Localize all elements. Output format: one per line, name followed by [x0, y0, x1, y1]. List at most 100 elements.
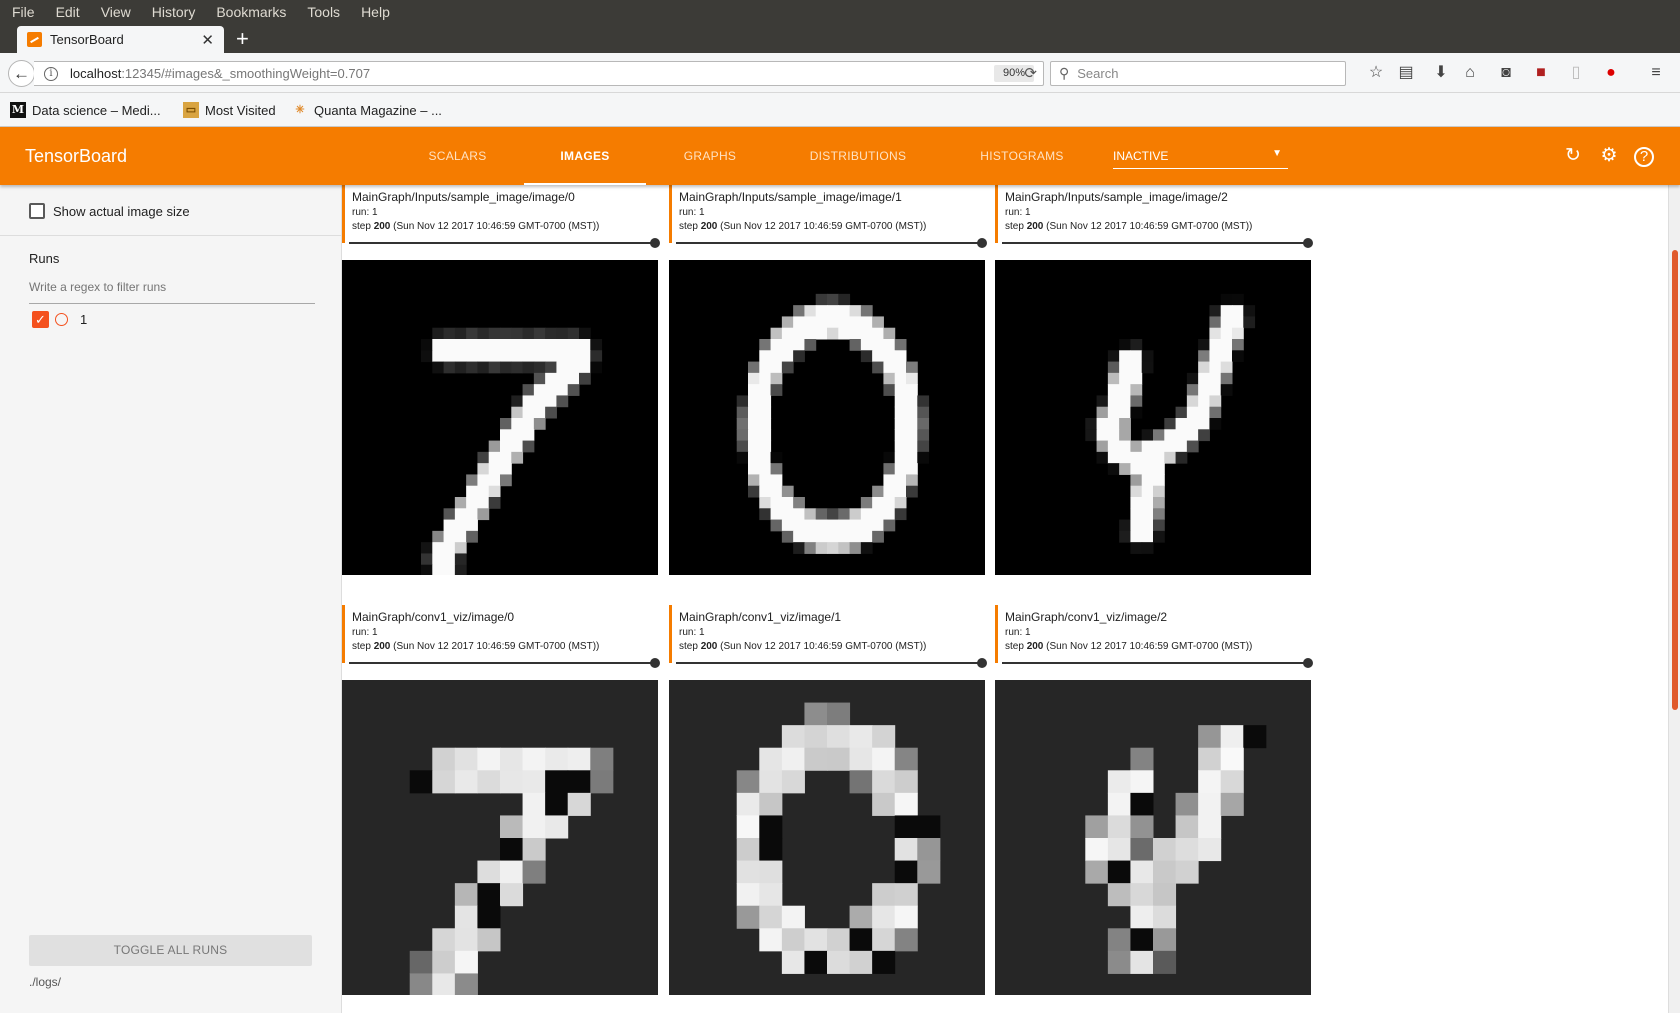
bookmark-label: Most Visited — [205, 102, 276, 118]
new-tab-icon[interactable]: + — [236, 24, 249, 53]
image-tag: MainGraph/conv1_viz/image/1 — [679, 610, 842, 624]
menu-help[interactable]: Help — [361, 4, 390, 20]
run-label: run: 1 — [352, 627, 378, 638]
browser-tab[interactable]: TensorBoard ✕ — [17, 26, 224, 53]
step-label: step 200 (Sun Nov 12 2017 10:46:59 GMT-0… — [679, 641, 927, 652]
folder-icon: ▭ — [183, 102, 199, 118]
search-input[interactable]: ⚲ Search — [1050, 61, 1346, 86]
menu-history[interactable]: History — [152, 4, 196, 20]
reading-list-icon[interactable]: ▤ — [1395, 62, 1417, 84]
run-filter-input[interactable]: Write a regex to filter runs — [29, 280, 315, 304]
tensorboard-header: TensorBoard SCALARS IMAGES GRAPHS DISTRI… — [0, 127, 1680, 185]
show-actual-size-checkbox[interactable]: Show actual image size — [29, 203, 190, 219]
bookmark-data-science[interactable]: M Data science – Medi... — [10, 102, 161, 118]
image-tag: MainGraph/Inputs/sample_image/image/2 — [1005, 190, 1228, 204]
tab-images[interactable]: IMAGES — [524, 127, 646, 185]
slider-knob[interactable] — [650, 658, 660, 668]
card-header: MainGraph/conv1_viz/image/2 run: 1 step … — [995, 605, 1311, 663]
tab-histograms[interactable]: HISTOGRAMS — [975, 127, 1069, 185]
image-tag: MainGraph/Inputs/sample_image/image/0 — [352, 190, 575, 204]
hamburger-menu-icon[interactable]: ≡ — [1645, 62, 1667, 84]
bookmarks-bar: M Data science – Medi... ▭ Most Visited … — [0, 93, 1680, 127]
app-title: TensorBoard — [25, 146, 128, 166]
step-slider[interactable] — [676, 238, 987, 248]
back-button[interactable]: ← — [8, 60, 35, 87]
image-dashboard: MainGraph/Inputs/sample_image/image/0 ru… — [342, 185, 1668, 1013]
step-label: step 200 (Sun Nov 12 2017 10:46:59 GMT-0… — [1005, 641, 1253, 652]
bookmark-most-visited[interactable]: ▭ Most Visited — [183, 102, 276, 118]
pocket-icon[interactable]: ◙ — [1495, 62, 1517, 84]
tab-scalars[interactable]: SCALARS — [420, 127, 495, 185]
info-icon[interactable]: i — [44, 66, 58, 81]
step-slider[interactable] — [349, 238, 660, 248]
reload-icon[interactable]: ⟳ — [1024, 64, 1037, 82]
checkbox-icon[interactable] — [29, 203, 45, 219]
reload-icon[interactable]: ↻ — [1562, 145, 1584, 167]
download-icon[interactable]: ⬇ — [1430, 62, 1452, 84]
menu-bar: File Edit View History Bookmarks Tools H… — [0, 0, 1680, 24]
card-header: MainGraph/conv1_viz/image/1 run: 1 step … — [669, 605, 985, 663]
sample-image — [995, 260, 1311, 575]
conv-visualization-image — [669, 680, 985, 995]
url-path: :12345/#images&_smoothingWeight=0.707 — [121, 66, 371, 81]
log-directory: ./logs/ — [29, 975, 62, 989]
inactive-dropdown[interactable]: INACTIVE ▼ — [1113, 148, 1288, 169]
image-tag: MainGraph/conv1_viz/image/2 — [1005, 610, 1168, 624]
medium-icon: M — [10, 102, 26, 118]
settings-gear-icon[interactable]: ⚙ — [1598, 145, 1620, 167]
url-host: localhost — [70, 66, 122, 81]
tab-graphs[interactable]: GRAPHS — [675, 127, 745, 185]
bookmark-star-icon[interactable]: ☆ — [1365, 62, 1387, 84]
run-label: run: 1 — [352, 207, 378, 218]
adblock-icon[interactable]: ● — [1600, 62, 1622, 84]
slider-knob[interactable] — [650, 238, 660, 248]
scrollbar[interactable] — [1668, 185, 1680, 1013]
run-label: run: 1 — [679, 627, 705, 638]
show-actual-size-label: Show actual image size — [53, 203, 190, 219]
bookmark-label: Data science – Medi... — [32, 102, 161, 118]
menu-edit[interactable]: Edit — [56, 4, 80, 20]
scrollbar-thumb[interactable] — [1672, 250, 1678, 710]
step-slider[interactable] — [1002, 658, 1313, 668]
runs-title: Runs — [29, 251, 60, 266]
step-slider[interactable] — [1002, 238, 1313, 248]
run-filter-placeholder: Write a regex to filter runs — [29, 280, 167, 294]
run-item[interactable]: ✓ 1 — [32, 311, 87, 328]
slider-knob[interactable] — [977, 238, 987, 248]
home-icon[interactable]: ⌂ — [1459, 62, 1481, 84]
step-slider[interactable] — [676, 658, 987, 668]
run-label: run: 1 — [1005, 627, 1031, 638]
slider-knob[interactable] — [1303, 658, 1313, 668]
slider-knob[interactable] — [977, 658, 987, 668]
card-header: MainGraph/Inputs/sample_image/image/2 ru… — [995, 185, 1311, 243]
sample-image — [669, 260, 985, 575]
step-slider[interactable] — [349, 658, 660, 668]
extension-icon[interactable]: ■ — [1530, 62, 1552, 84]
menu-view[interactable]: View — [101, 4, 131, 20]
url-bar[interactable]: i localhost:12345/#images&_smoothingWeig… — [34, 61, 1044, 86]
run-name: 1 — [80, 312, 88, 327]
menu-bookmarks[interactable]: Bookmarks — [216, 4, 286, 20]
sample-image — [342, 260, 658, 575]
run-checkbox-icon[interactable]: ✓ — [32, 311, 49, 328]
slider-knob[interactable] — [1303, 238, 1313, 248]
card-header: MainGraph/Inputs/sample_image/image/0 ru… — [342, 185, 658, 243]
step-label: step 200 (Sun Nov 12 2017 10:46:59 GMT-0… — [352, 641, 600, 652]
navigation-bar: ← i localhost:12345/#images&_smoothingWe… — [0, 53, 1680, 93]
dropdown-arrow-icon: ▼ — [1272, 148, 1282, 159]
divider — [0, 235, 342, 236]
run-color-icon — [55, 313, 68, 326]
conv-visualization-image — [342, 680, 658, 995]
search-placeholder: Search — [1077, 66, 1119, 81]
help-icon[interactable]: ? — [1634, 147, 1654, 167]
bookmark-quanta[interactable]: ✳ Quanta Magazine – ... — [292, 102, 442, 118]
menu-tools[interactable]: Tools — [307, 4, 340, 20]
menu-file[interactable]: File — [12, 4, 35, 20]
sidebar: Show actual image size Runs Write a rege… — [0, 185, 342, 1013]
page-icon[interactable]: ▯ — [1565, 62, 1587, 84]
run-label: run: 1 — [1005, 207, 1031, 218]
tab-distributions[interactable]: DISTRIBUTIONS — [800, 127, 916, 185]
toggle-all-runs-button[interactable]: TOGGLE ALL RUNS — [29, 935, 312, 966]
step-label: step 200 (Sun Nov 12 2017 10:46:59 GMT-0… — [679, 221, 927, 232]
close-tab-icon[interactable]: ✕ — [201, 31, 214, 49]
